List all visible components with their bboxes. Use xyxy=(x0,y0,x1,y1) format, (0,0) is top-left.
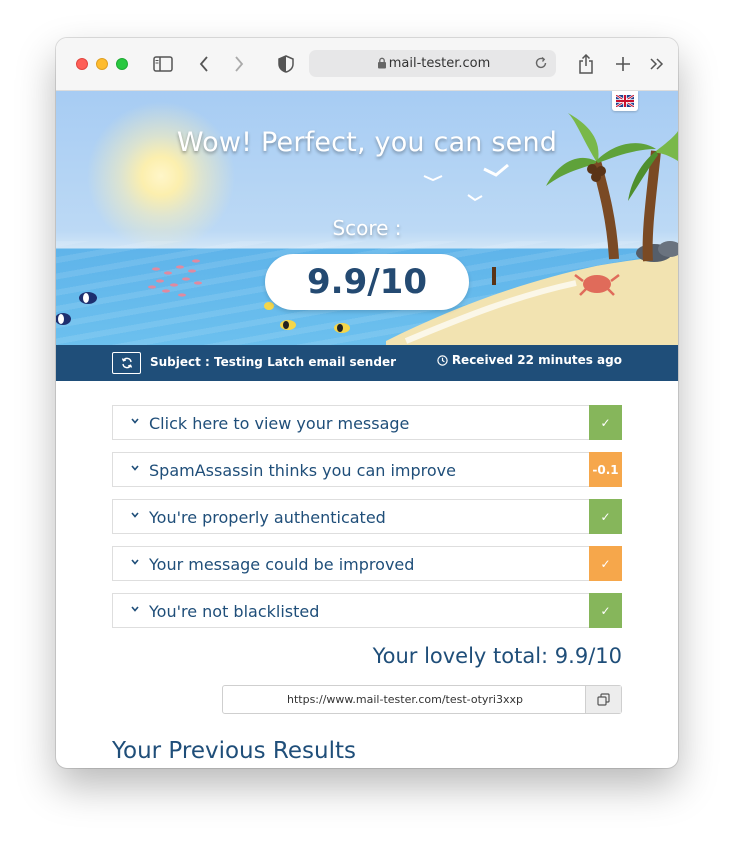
status-badge: ✓ xyxy=(589,546,622,581)
sidebar-icon[interactable] xyxy=(151,52,175,76)
result-blacklist[interactable]: You're not blacklisted ✓ xyxy=(112,593,622,628)
result-spamassassin[interactable]: SpamAssassin thinks you can improve -0.1 xyxy=(112,452,622,487)
shield-icon[interactable] xyxy=(274,52,298,76)
result-label: Click here to view your message xyxy=(149,414,410,433)
hero-banner: Wow! Perfect, you can send Score : 9.9/1… xyxy=(56,91,678,345)
result-authentication[interactable]: You're properly authenticated ✓ xyxy=(112,499,622,534)
result-message-improve[interactable]: Your message could be improved ✓ xyxy=(112,546,622,581)
share-link-input[interactable] xyxy=(223,686,587,713)
status-badge: ✓ xyxy=(589,593,622,628)
new-tab-icon[interactable] xyxy=(611,52,635,76)
chevron-down-icon xyxy=(131,512,139,518)
share-link-box xyxy=(222,685,622,714)
url-text: mail-tester.com xyxy=(388,56,491,71)
chevron-down-icon xyxy=(131,559,139,565)
chevron-down-icon xyxy=(131,418,139,424)
back-icon[interactable] xyxy=(192,52,216,76)
subject-bar: Subject : Testing Latch email sender Rec… xyxy=(56,345,678,381)
minimize-window-button[interactable] xyxy=(96,58,108,70)
copy-icon xyxy=(597,693,610,706)
chevron-down-icon xyxy=(131,606,139,612)
uk-flag-icon[interactable] xyxy=(612,91,638,111)
result-label: SpamAssassin thinks you can improve xyxy=(149,461,456,480)
lock-icon xyxy=(377,57,387,73)
share-icon[interactable] xyxy=(574,52,598,76)
email-subject: Subject : Testing Latch email sender xyxy=(150,355,396,369)
close-window-button[interactable] xyxy=(76,58,88,70)
received-text: Received 22 minutes ago xyxy=(451,353,622,367)
received-time: Received 22 minutes ago xyxy=(437,353,622,367)
zoom-window-button[interactable] xyxy=(116,58,128,70)
result-label: You're not blacklisted xyxy=(149,602,320,621)
more-icon[interactable] xyxy=(645,52,669,76)
score-value: 9.9/10 xyxy=(265,254,469,310)
result-label: You're properly authenticated xyxy=(149,508,386,527)
chevron-down-icon xyxy=(131,465,139,471)
forward-icon[interactable] xyxy=(227,52,251,76)
status-badge: ✓ xyxy=(589,499,622,534)
copy-button[interactable] xyxy=(585,686,621,713)
result-view-message[interactable]: Click here to view your message ✓ xyxy=(112,405,622,440)
previous-results-heading: Your Previous Results xyxy=(112,738,356,764)
reload-icon[interactable] xyxy=(534,56,548,74)
status-badge: ✓ xyxy=(589,405,622,440)
refresh-button[interactable] xyxy=(112,352,141,374)
address-bar[interactable]: mail-tester.com xyxy=(309,50,556,77)
result-headline: Wow! Perfect, you can send xyxy=(176,127,558,158)
clock-icon xyxy=(437,354,448,366)
browser-window: mail-tester.com Wow! Perfect, you can se… xyxy=(56,38,678,768)
total-score: Your lovely total: 9.9/10 xyxy=(372,644,622,668)
status-badge: -0.1 xyxy=(589,452,622,487)
score-label: Score : xyxy=(332,216,402,240)
result-label: Your message could be improved xyxy=(149,555,415,574)
refresh-icon xyxy=(121,357,132,369)
browser-toolbar: mail-tester.com xyxy=(56,38,678,91)
